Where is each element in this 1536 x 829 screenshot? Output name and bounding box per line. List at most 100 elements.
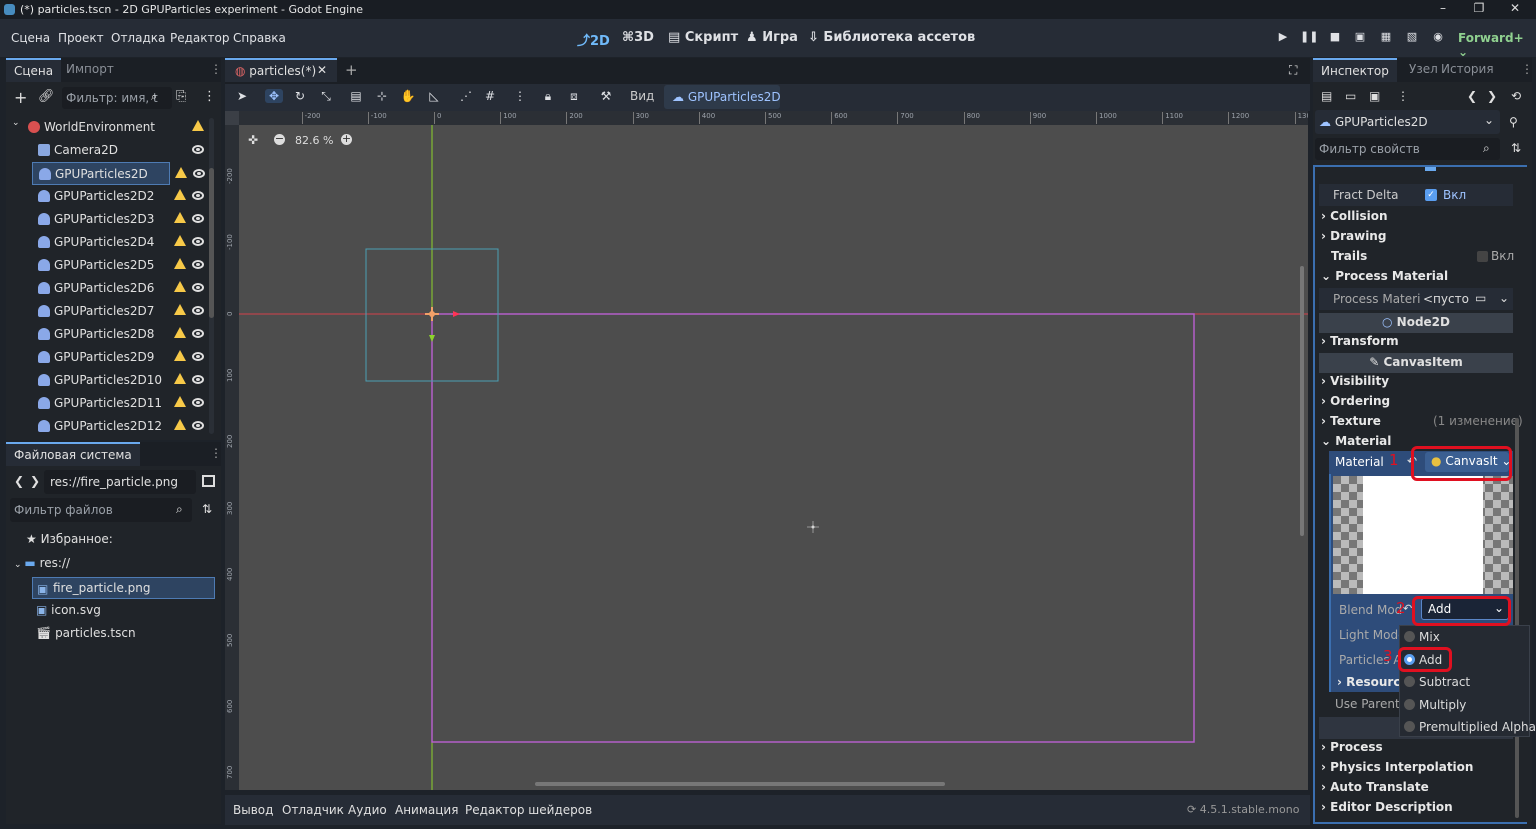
file-item-particles-tscn[interactable]: 🎬︎ particles.tscn [36,626,136,640]
blend-option-multiply[interactable]: Multiply [1400,694,1529,716]
tree-node-gpuparticles2d5[interactable]: GPUParticles2D5 [32,254,206,277]
section-resource[interactable]: › Resource [1337,675,1409,689]
play-scene-icon[interactable]: ▦ [1377,30,1395,46]
view-menu[interactable]: Вид [630,89,654,103]
filter-options-icon[interactable]: ⇅ [1511,141,1521,155]
tree-node-gpuparticles2d8[interactable]: GPUParticles2D8 [32,323,206,346]
scale-icon[interactable]: ⤡ [317,89,335,104]
warning-icon[interactable] [174,258,186,269]
lock-icon[interactable]: 🔒︎ [539,89,557,104]
tab-history[interactable]: История [1433,58,1502,82]
stop-icon[interactable]: ■ [1326,30,1344,46]
section-material[interactable]: ⌄ Material [1321,434,1391,448]
dock-menu-icon[interactable]: ⋮ [1521,62,1533,76]
workspace-assetlib[interactable]: ⇩ Библиотека ассетов [808,30,975,45]
warning-icon[interactable] [174,189,186,200]
node-selector-button[interactable]: ☁ GPUParticles2D [664,85,781,109]
process-material-value[interactable]: <пусто [1423,292,1469,306]
section-collision[interactable]: › Collision [1321,209,1388,223]
tab-import[interactable]: Импорт [58,58,122,82]
section-editor-description[interactable]: › Editor Description [1321,800,1453,814]
grid-snap-icon[interactable]: # [481,89,499,103]
close-window-button[interactable]: ✕ [1497,1,1533,15]
res-folder[interactable]: ⌄ ▬ res:// [14,556,70,570]
sort-icon[interactable]: ⇅ [202,502,212,516]
link-icon[interactable]: 🔗︎ [38,89,55,104]
section-trails[interactable]: Trails [1331,249,1367,263]
load-icon[interactable]: ▭ [1475,291,1486,305]
dock-menu-icon[interactable]: ⋮ [210,446,222,460]
history-icon[interactable]: ⟲ [1511,89,1521,103]
warning-icon[interactable] [175,167,187,178]
tree-node-worldenvironment[interactable]: WorldEnvironment ⌄ [10,116,206,139]
new-tab-icon[interactable]: + [345,61,358,79]
node-docs-icon[interactable]: ⚲ [1509,115,1518,129]
warning-icon[interactable] [174,419,186,430]
visibility-eye-icon[interactable] [192,191,204,200]
move-icon[interactable]: ✥ [265,89,283,103]
chevron-down-icon[interactable]: ⌄ [1499,291,1509,305]
section-auto-translate[interactable]: › Auto Translate [1321,780,1429,794]
visibility-eye-icon[interactable] [192,329,204,338]
chevron-down-icon[interactable]: ⌄ [12,118,20,128]
menu-scene[interactable]: Сцена [11,31,50,45]
workspace-game[interactable]: ♟ Игра [746,30,798,45]
file-filter-input[interactable]: Фильтр файлов [10,498,192,522]
distraction-free-icon[interactable]: ⛶ [1289,63,1297,78]
file-item-icon-svg[interactable]: ▣ icon.svg [36,603,101,617]
warning-icon[interactable] [174,304,186,315]
warning-icon[interactable] [174,396,186,407]
workspace-2d[interactable]: ⤴2D [577,30,610,49]
tree-node-gpuparticles2d6[interactable]: GPUParticles2D6 [32,277,206,300]
visibility-eye-icon[interactable] [192,145,204,154]
object-selector[interactable]: ☁ GPUParticles2D ⌄ [1315,110,1500,134]
tree-node-gpuparticles2d10[interactable]: GPUParticles2D10 [32,369,206,392]
layout-toggle-icon[interactable] [202,475,215,487]
tab-animation[interactable]: Анимация [395,803,458,817]
script-attach-icon[interactable]: ⎘ [176,89,186,104]
maximize-button[interactable]: ❐ [1461,1,1497,15]
blend-option-mix[interactable]: Mix [1400,626,1529,648]
section-physics-interpolation[interactable]: › Physics Interpolation [1321,760,1473,774]
path-field[interactable]: res://fire_particle.png [44,470,196,494]
viewport-2d[interactable]: -200 -100 0 100 200 300 400 500 600 700 800 900 1000… [225,111,1308,790]
section-transform[interactable]: › Transform [1321,334,1399,348]
warning-icon[interactable] [192,120,204,131]
tree-node-gpuparticles2d7[interactable]: GPUParticles2D7 [32,300,206,323]
file-item-fire-particle[interactable]: ▣ fire_particle.png [32,577,215,599]
tree-node-gpuparticles2d3[interactable]: GPUParticles2D3 [32,208,206,231]
play-icon[interactable]: ▶ [1274,30,1292,46]
visibility-eye-icon[interactable] [192,352,204,361]
pause-icon[interactable]: ❚❚ [1300,30,1318,46]
add-node-icon[interactable]: + [14,88,27,107]
menu-help[interactable]: Справка [233,31,286,45]
select-icon[interactable]: ➤ [233,89,251,103]
warning-icon[interactable] [174,235,186,246]
section-process[interactable]: › Process [1321,740,1383,754]
history-back-icon[interactable]: ❮ [1467,89,1477,103]
group-icon[interactable]: ⧈ [565,89,583,104]
v-scrollbar[interactable] [1300,266,1304,536]
tree-node-gpuparticles2d9[interactable]: GPUParticles2D9 [32,346,206,369]
visibility-eye-icon[interactable] [192,375,204,384]
tab-audio[interactable]: Аудио [348,803,387,817]
movie-icon[interactable]: ◉ [1429,30,1447,46]
renderer-select[interactable]: Forward+ ⌄ [1458,31,1536,59]
workspace-script[interactable]: ▤ Скрипт [668,30,738,45]
tree-node-gpuparticles2d4[interactable]: GPUParticles2D4 [32,231,206,254]
warning-icon[interactable] [174,373,186,384]
trails-checkbox[interactable] [1477,251,1488,262]
bone-icon[interactable]: ⚒ [597,89,615,103]
visibility-eye-icon[interactable] [192,398,204,407]
tab-output[interactable]: Вывод [233,803,273,817]
workspace-3d[interactable]: ⌘3D [622,30,654,45]
minimize-button[interactable]: – [1425,1,1461,15]
section-visibility[interactable]: › Visibility [1321,374,1389,388]
section-ordering[interactable]: › Ordering [1321,394,1390,408]
visibility-eye-icon[interactable] [192,214,204,223]
warning-icon[interactable] [174,350,186,361]
close-tab-icon[interactable]: ✕ [317,63,327,77]
new-resource-icon[interactable]: ▤ [1321,89,1332,103]
tree-node-gpuparticles2d2[interactable]: GPUParticles2D2 [32,185,206,208]
back-icon[interactable]: ❮ [14,474,24,488]
